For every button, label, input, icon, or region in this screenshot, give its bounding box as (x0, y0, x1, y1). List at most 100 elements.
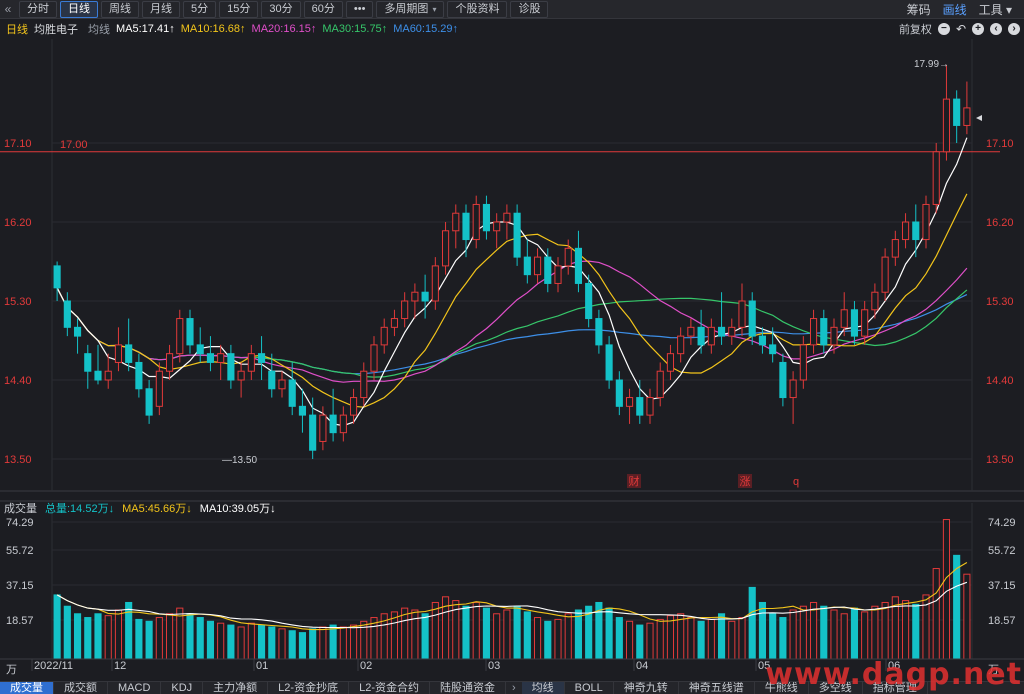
candle-down (206, 353, 215, 363)
volume-bar-up (861, 611, 869, 660)
volume-bar-up (155, 617, 163, 660)
event-marker-0: 财 (629, 474, 640, 488)
candle-down (574, 247, 583, 284)
kline-chart[interactable]: 17.10 17.10 16.20 16.20 15.30 15.30 14.40 14.40… (0, 19, 1024, 681)
tab-4[interactable]: 主力净额 (203, 682, 269, 694)
volume-bar-up (319, 626, 327, 660)
price-axis-label-right: 15.30 (986, 296, 1014, 308)
tab-9[interactable]: BOLL (565, 682, 614, 694)
volume-total: 总量:14.52万↓ (45, 503, 115, 515)
volume-bar-up (217, 622, 225, 660)
candle-up (809, 318, 818, 346)
volume-bar-down (309, 628, 317, 660)
period-button-8[interactable]: ••• (345, 0, 374, 18)
tabs-scroll-icon[interactable]: › (506, 682, 522, 694)
tab-2[interactable]: MACD (108, 682, 162, 694)
tab-7[interactable]: 陆股通资金 (430, 682, 506, 694)
candle-down (595, 318, 603, 346)
date-label-0: 2022/11 (34, 660, 73, 672)
volume-bar-up (165, 613, 174, 660)
candle-up (176, 318, 184, 355)
volume-bar-up (554, 618, 562, 660)
tab-1[interactable]: 成交额 (54, 682, 108, 694)
price-axis-label-right: 14.40 (986, 375, 1014, 387)
period-button-6[interactable]: 30分 (261, 0, 301, 18)
tab-3[interactable]: KDJ (161, 682, 204, 694)
candle-up (922, 203, 930, 241)
candle-up (441, 230, 450, 267)
candle-down (615, 379, 623, 407)
volume-bar-up (237, 626, 245, 660)
volume-bar-up (799, 605, 807, 660)
period-button-4[interactable]: 5分 (183, 0, 217, 18)
tab-6[interactable]: L2-资金合约 (349, 682, 430, 694)
volume-bar-down (482, 607, 491, 660)
volume-bar-up (431, 601, 439, 660)
volume-bar-up (278, 628, 286, 660)
back-icon[interactable]: « (0, 2, 16, 16)
volume-bar-down (268, 626, 276, 660)
volume-bar-up (114, 609, 123, 660)
volume-bar-down (227, 624, 235, 660)
event-marker-1: 涨 (740, 475, 751, 488)
candle-up (625, 397, 634, 407)
tab-0[interactable]: 成交量 (0, 682, 54, 694)
candle-up (687, 326, 695, 337)
volume-ma5: MA5:45.66万↓ (122, 503, 192, 515)
period-button-3[interactable]: 月线 (142, 0, 180, 18)
price-axis-label-left: 13.50 (4, 454, 32, 466)
volume-bar-down (462, 605, 470, 660)
period-button-7[interactable]: 60分 (303, 0, 343, 18)
volume-bar-down (196, 617, 204, 660)
volume-bar-up (901, 600, 910, 660)
candle-down (298, 405, 307, 416)
candle-down (585, 282, 593, 320)
tools-label: 工具 (978, 3, 1003, 17)
tab-10[interactable]: 神奇九转 (614, 682, 679, 694)
volume-bar-down (748, 586, 756, 660)
price-axis-label-left: 17.10 (4, 138, 32, 150)
low-price-label: —13.50 (222, 455, 257, 466)
tools-menu[interactable]: 工具 ▾ (979, 1, 1012, 18)
candle-down (513, 212, 521, 258)
candle-down (953, 98, 961, 126)
candle-down (421, 291, 429, 302)
volume-bar-down (758, 601, 767, 660)
volume-bar-up (646, 622, 654, 660)
volume-bar-down (523, 611, 531, 660)
period-button-1[interactable]: 日线 (60, 0, 98, 18)
candle-down (544, 256, 552, 284)
candle-up (503, 212, 511, 223)
volume-legend: 成交量 总量:14.52万↓ MA5:45.66万↓ MA10:39.05万↓ (4, 500, 276, 516)
date-label-3: 02 (360, 660, 372, 672)
volume-bar-down (145, 620, 153, 660)
volume-bar-up (349, 624, 358, 660)
period-button-11[interactable]: 诊股 (510, 0, 549, 18)
period-button-5[interactable]: 15分 (219, 0, 259, 18)
volume-bar-down (206, 620, 215, 660)
candle-up (370, 344, 378, 372)
volume-bar-down (63, 605, 71, 660)
volume-bar-up (789, 609, 797, 660)
draw-line-button[interactable]: 画线 (943, 1, 967, 18)
candle-down (196, 344, 204, 355)
volume-bar-down (574, 609, 583, 660)
candle-down (73, 326, 82, 337)
tab-11[interactable]: 神奇五线谱 (679, 682, 755, 694)
period-button-0[interactable]: 分时 (19, 0, 57, 18)
candle-up (830, 326, 838, 346)
candle-up (789, 379, 797, 399)
candle-up (891, 239, 899, 258)
volume-bar-up (411, 609, 419, 660)
period-button-9[interactable]: 多周期图 ▾ (376, 0, 445, 18)
candle-up (942, 98, 951, 153)
chips-button[interactable]: 筹码 (907, 1, 931, 18)
candle-up (319, 414, 327, 442)
high-price-label: 17.99→ (914, 59, 949, 70)
period-button-2[interactable]: 周线 (101, 0, 139, 18)
tab-8[interactable]: 均线 (521, 682, 565, 694)
tab-5[interactable]: L2-资金抄底 (268, 682, 350, 694)
volume-bar-down (298, 632, 307, 660)
candle-down (748, 300, 756, 337)
period-button-10[interactable]: 个股资料 (447, 0, 508, 18)
